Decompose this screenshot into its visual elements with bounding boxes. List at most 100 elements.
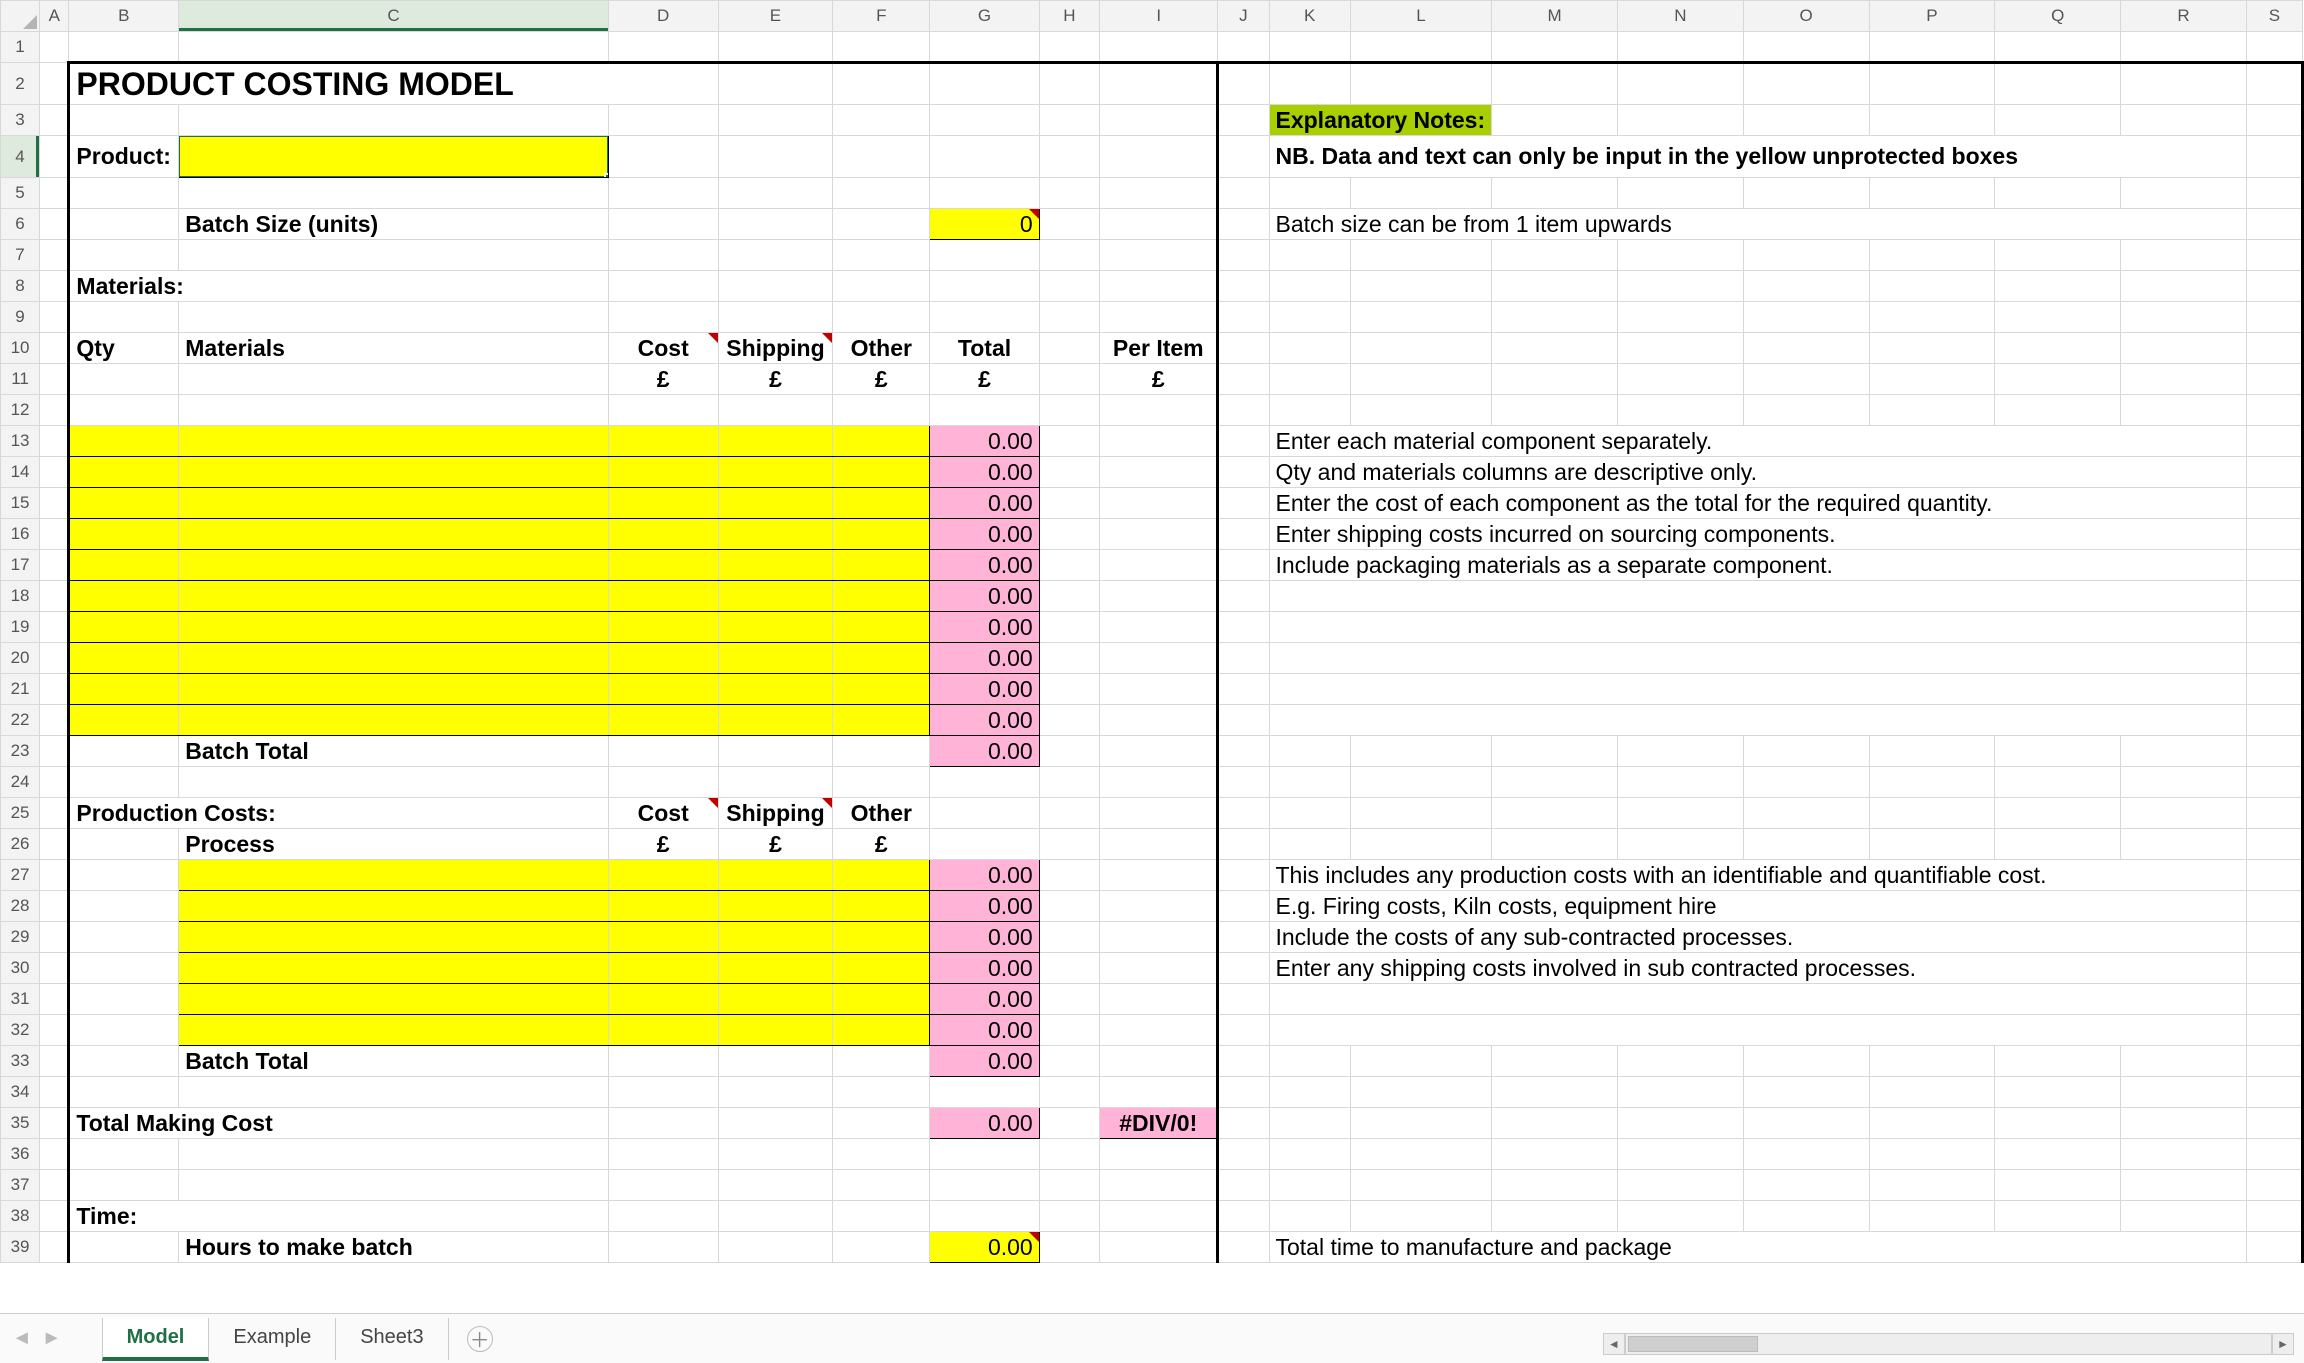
row-header-21[interactable]: 21 xyxy=(1,674,40,705)
material-cost-input[interactable] xyxy=(608,426,718,457)
scroll-left-icon[interactable]: ◄ xyxy=(1603,1333,1625,1355)
material-cost-input[interactable] xyxy=(608,612,718,643)
material-other-input[interactable] xyxy=(833,519,930,550)
col-header-E[interactable]: E xyxy=(718,1,833,32)
col-header-C[interactable]: C xyxy=(179,1,608,32)
material-name-input[interactable] xyxy=(179,519,608,550)
process-cost-input[interactable] xyxy=(608,953,718,984)
col-header-R[interactable]: R xyxy=(2121,1,2247,32)
material-shipping-input[interactable] xyxy=(718,612,833,643)
material-shipping-input[interactable] xyxy=(718,519,833,550)
comment-indicator-icon[interactable] xyxy=(1029,209,1039,219)
row-header-35[interactable]: 35 xyxy=(1,1108,40,1139)
row-header-29[interactable]: 29 xyxy=(1,922,40,953)
material-cost-input[interactable] xyxy=(608,550,718,581)
row-header-26[interactable]: 26 xyxy=(1,829,40,860)
row-header-32[interactable]: 32 xyxy=(1,1015,40,1046)
process-cost-input[interactable] xyxy=(608,984,718,1015)
material-qty-input[interactable] xyxy=(69,674,179,705)
process-name-input[interactable] xyxy=(179,891,608,922)
process-cost-input[interactable] xyxy=(608,891,718,922)
process-name-input[interactable] xyxy=(179,1015,608,1046)
col-header-D[interactable]: D xyxy=(608,1,718,32)
material-cost-input[interactable] xyxy=(608,581,718,612)
add-sheet-button[interactable]: ＋ xyxy=(467,1326,493,1352)
comment-indicator-icon[interactable] xyxy=(1029,1232,1039,1242)
col-header-N[interactable]: N xyxy=(1617,1,1743,32)
comment-indicator-icon[interactable] xyxy=(708,333,718,343)
hours-to-make-input[interactable]: 0.00 xyxy=(930,1232,1039,1263)
row-header-4[interactable]: 4 xyxy=(1,136,40,178)
row-header-30[interactable]: 30 xyxy=(1,953,40,984)
material-qty-input[interactable] xyxy=(69,581,179,612)
material-shipping-input[interactable] xyxy=(718,550,833,581)
process-name-input[interactable] xyxy=(179,860,608,891)
material-qty-input[interactable] xyxy=(69,550,179,581)
row-header-27[interactable]: 27 xyxy=(1,860,40,891)
row-header-34[interactable]: 34 xyxy=(1,1077,40,1108)
row-header-14[interactable]: 14 xyxy=(1,457,40,488)
row-header-7[interactable]: 7 xyxy=(1,240,40,271)
material-shipping-input[interactable] xyxy=(718,488,833,519)
col-header-K[interactable]: K xyxy=(1269,1,1350,32)
row-header-19[interactable]: 19 xyxy=(1,612,40,643)
row-header-36[interactable]: 36 xyxy=(1,1139,40,1170)
row-header-17[interactable]: 17 xyxy=(1,550,40,581)
material-other-input[interactable] xyxy=(833,643,930,674)
material-name-input[interactable] xyxy=(179,674,608,705)
process-other-input[interactable] xyxy=(833,953,930,984)
row-header-23[interactable]: 23 xyxy=(1,736,40,767)
row-header-16[interactable]: 16 xyxy=(1,519,40,550)
row-header-28[interactable]: 28 xyxy=(1,891,40,922)
comment-indicator-icon[interactable] xyxy=(822,333,832,343)
process-other-input[interactable] xyxy=(833,891,930,922)
col-header-B[interactable]: B xyxy=(69,1,179,32)
process-shipping-input[interactable] xyxy=(718,984,833,1015)
row-header-9[interactable]: 9 xyxy=(1,302,40,333)
row-header-18[interactable]: 18 xyxy=(1,581,40,612)
material-shipping-input[interactable] xyxy=(718,674,833,705)
row-header-37[interactable]: 37 xyxy=(1,1170,40,1201)
col-header-A[interactable]: A xyxy=(40,1,69,32)
row-header-2[interactable]: 2 xyxy=(1,63,40,105)
batch-size-input[interactable]: 0 xyxy=(930,209,1039,240)
row-header-31[interactable]: 31 xyxy=(1,984,40,1015)
process-cost-input[interactable] xyxy=(608,922,718,953)
row-header-22[interactable]: 22 xyxy=(1,705,40,736)
material-shipping-input[interactable] xyxy=(718,705,833,736)
row-header-24[interactable]: 24 xyxy=(1,767,40,798)
process-other-input[interactable] xyxy=(833,984,930,1015)
sheet-tab-model[interactable]: Model xyxy=(102,1318,210,1361)
sheet-tab-sheet3[interactable]: Sheet3 xyxy=(336,1318,448,1360)
material-shipping-input[interactable] xyxy=(718,457,833,488)
col-header-P[interactable]: P xyxy=(1869,1,1995,32)
material-other-input[interactable] xyxy=(833,612,930,643)
process-name-input[interactable] xyxy=(179,953,608,984)
material-other-input[interactable] xyxy=(833,581,930,612)
sheet-nav-next-icon[interactable]: ► xyxy=(42,1327,62,1350)
material-cost-input[interactable] xyxy=(608,519,718,550)
sheet-nav-prev-icon[interactable]: ◄ xyxy=(12,1327,32,1350)
scroll-track[interactable] xyxy=(1625,1333,2272,1355)
col-header-M[interactable]: M xyxy=(1492,1,1618,32)
process-shipping-input[interactable] xyxy=(718,1015,833,1046)
col-header-J[interactable]: J xyxy=(1218,1,1269,32)
process-cost-input[interactable] xyxy=(608,1015,718,1046)
material-shipping-input[interactable] xyxy=(718,426,833,457)
material-name-input[interactable] xyxy=(179,426,608,457)
material-name-input[interactable] xyxy=(179,488,608,519)
row-header-11[interactable]: 11 xyxy=(1,364,40,395)
row-header-10[interactable]: 10 xyxy=(1,333,40,364)
row-header-39[interactable]: 39 xyxy=(1,1232,40,1263)
process-shipping-input[interactable] xyxy=(718,922,833,953)
col-header-S[interactable]: S xyxy=(2246,1,2302,32)
material-qty-input[interactable] xyxy=(69,519,179,550)
material-cost-input[interactable] xyxy=(608,705,718,736)
col-header-I[interactable]: I xyxy=(1100,1,1218,32)
material-name-input[interactable] xyxy=(179,581,608,612)
material-name-input[interactable] xyxy=(179,612,608,643)
comment-indicator-icon[interactable] xyxy=(822,798,832,808)
row-header-38[interactable]: 38 xyxy=(1,1201,40,1232)
material-name-input[interactable] xyxy=(179,550,608,581)
scroll-right-icon[interactable]: ► xyxy=(2272,1333,2294,1355)
